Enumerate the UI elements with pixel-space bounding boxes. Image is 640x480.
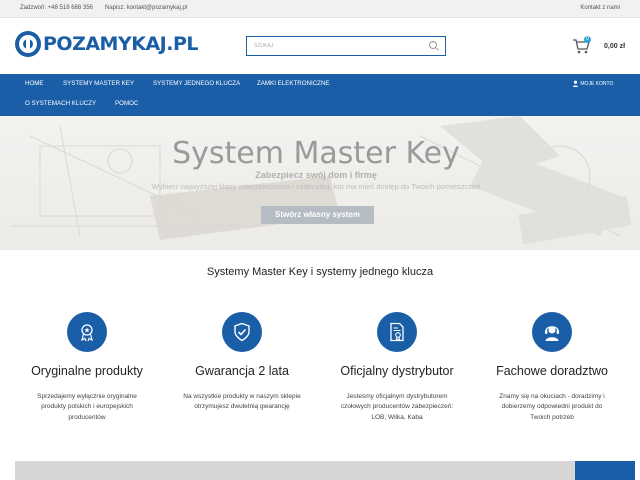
user-icon: [572, 80, 579, 87]
hero-description: Wybierz najwyższej klasy zabezpieczenia …: [151, 182, 481, 191]
nav-item-about-systems[interactable]: O SYSTEMACH KLUCZY: [25, 94, 96, 114]
headset-support-icon: [545, 326, 559, 341]
nav-item-electronic-locks[interactable]: ZAMKI ELEKTRONICZNE: [257, 74, 330, 94]
cart-total[interactable]: 0,00 zł: [604, 43, 625, 50]
feature-icon-circle: [532, 312, 572, 352]
logo-text: POZAMYKAJ.PL: [43, 33, 198, 55]
search-button[interactable]: [426, 39, 442, 53]
cart-count-badge: 0: [584, 36, 591, 43]
nav-item-master-key[interactable]: SYSTEMY MASTER KEY: [63, 74, 134, 94]
feature-icon-circle: [222, 312, 262, 352]
feature-icon-circle: [377, 312, 417, 352]
phone-contact[interactable]: Zadzwoń: +48 518 688 356: [20, 5, 93, 11]
contact-link[interactable]: Kontakt z nami: [580, 5, 620, 11]
search-input[interactable]: [247, 37, 427, 55]
nav-item-home[interactable]: HOME: [25, 74, 44, 94]
feature-title: Gwarancja 2 lata: [195, 364, 289, 378]
email-contact[interactable]: Napisz: kontakt@pozamykaj.pl: [105, 5, 187, 11]
site-logo[interactable]: POZAMYKAJ.PL: [15, 30, 198, 58]
bottom-banner-strip: [15, 461, 635, 480]
logo-lock-icon: [15, 31, 41, 57]
main-navigation: HOME SYSTEMY MASTER KEY SYSTEMY JEDNEGO …: [0, 74, 640, 116]
nav-item-single-key[interactable]: SYSTEMY JEDNEGO KLUCZA: [153, 74, 240, 94]
features-heading: Systemy Master Key i systemy jednego klu…: [206, 266, 434, 278]
search-box: [246, 36, 446, 56]
create-system-button[interactable]: Stwórz własny system: [261, 206, 374, 224]
hero-title: System Master Key: [172, 136, 460, 171]
feature-description: Jesteśmy oficjalnym dystrybutorem czołow…: [340, 393, 454, 421]
certificate-document-icon: [390, 322, 404, 342]
top-bar: Zadzwoń: +48 518 688 356 Napisz: kontakt…: [0, 0, 640, 18]
shield-check-icon: [234, 322, 250, 342]
account-link[interactable]: MOJE KONTO: [572, 80, 613, 87]
feature-title: Oficjalny dystrybutor: [340, 364, 454, 378]
account-label: MOJE KONTO: [580, 80, 614, 87]
hero-banner: System Master Key Zabezpiecz swój dom i …: [0, 116, 640, 250]
feature-title: Oryginalne produkty: [31, 364, 143, 378]
feature-description: Na wszystkie produkty w naszym sklepie o…: [183, 393, 301, 411]
nav-item-help[interactable]: POMOC: [115, 94, 138, 114]
hero-subtitle: Zabezpiecz swój dom i firmę: [255, 170, 377, 180]
feature-description: Sprzedajemy wyłącznie oryginalne produkt…: [37, 393, 137, 421]
search-icon: [429, 41, 439, 51]
feature-description: Znamy się na okuciach - doradzimy i dobi…: [499, 393, 605, 421]
feature-icon-circle: [67, 312, 107, 352]
feature-title: Fachowe doradztwo: [496, 364, 608, 378]
site-header: POZAMYKAJ.PL 0 0,00 zł: [0, 18, 640, 74]
award-medal-icon: [81, 324, 93, 342]
